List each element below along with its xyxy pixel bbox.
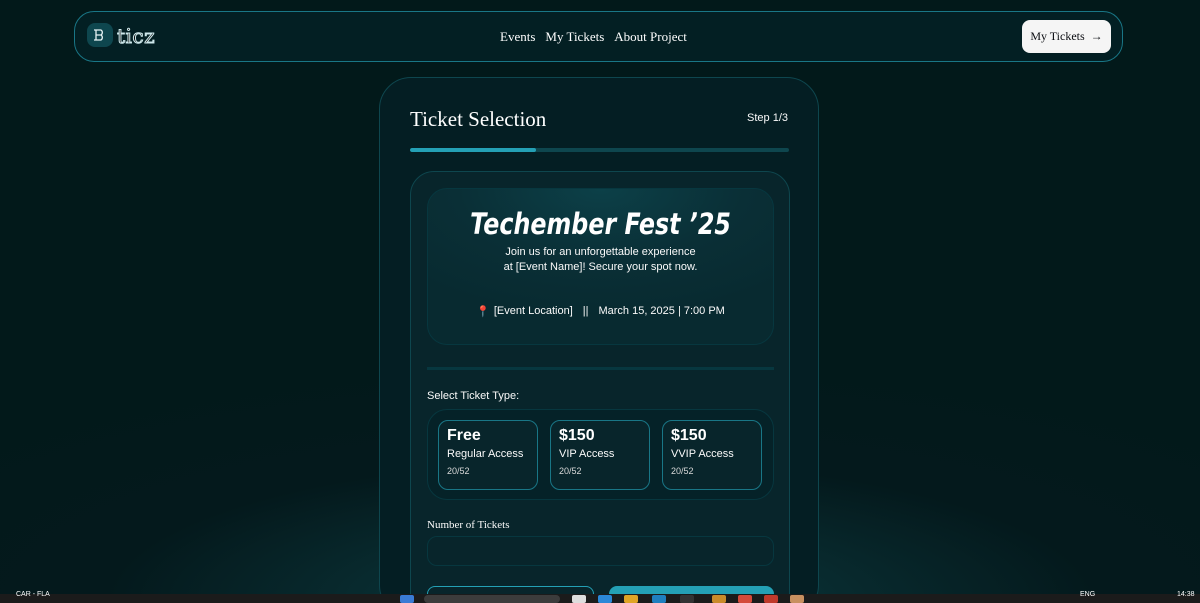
- nav-link-my-tickets[interactable]: My Tickets: [545, 29, 604, 45]
- section-divider: [427, 367, 774, 370]
- ticket-option-vip[interactable]: $150 VIP Access 20/52: [550, 420, 650, 490]
- logo-icon[interactable]: [87, 23, 113, 47]
- number-of-tickets-select[interactable]: [427, 536, 774, 566]
- ticket-selection-card: Ticket Selection Step 1/3 Techember Fest…: [379, 77, 819, 603]
- top-navbar: ticz Events My Tickets About Project My …: [74, 11, 1123, 62]
- ticket-type-group: Free Regular Access 20/52 $150 VIP Acces…: [427, 409, 774, 500]
- event-description: Join us for an unforgettable experience …: [503, 246, 698, 273]
- ticket-type-label: Select Ticket Type:: [427, 390, 520, 402]
- app-icon[interactable]: [712, 595, 726, 603]
- language-indicator[interactable]: ENG: [1080, 591, 1095, 598]
- ticket-access: VIP Access: [559, 448, 615, 460]
- logo-text[interactable]: ticz: [116, 24, 155, 49]
- step-progress-bar: [410, 148, 789, 152]
- event-datetime: March 15, 2025 | 7:00 PM: [598, 305, 725, 317]
- ticket-count: 20/52: [559, 466, 582, 476]
- start-icon[interactable]: [400, 595, 414, 603]
- edge-icon[interactable]: [598, 595, 612, 603]
- event-location: [Event Location]: [493, 305, 573, 317]
- nav-links: Events My Tickets About Project: [500, 29, 687, 45]
- arrow-right-icon: →: [1090, 29, 1103, 43]
- app-icon[interactable]: [680, 595, 694, 603]
- ticket-count: 20/52: [671, 466, 694, 476]
- ticket-access: VVIP Access: [671, 448, 734, 460]
- ticket-access: Regular Access: [447, 448, 524, 460]
- ticket-option-vvip[interactable]: $150 VVIP Access 20/52: [662, 420, 762, 490]
- event-banner: Techember Fest ’25 Join us for an unforg…: [427, 188, 774, 345]
- ticket-price: $150: [671, 427, 707, 444]
- ticket-price: $150: [559, 427, 595, 444]
- my-tickets-button[interactable]: My Tickets →: [1022, 20, 1111, 53]
- event-meta: 📍 [Event Location] || March 15, 2025 | 7…: [428, 305, 773, 318]
- os-taskbar: CAR - FLA ENG 14:38: [0, 591, 1200, 603]
- ticket-option-regular[interactable]: Free Regular Access 20/52: [438, 420, 538, 490]
- app-icon[interactable]: [790, 595, 804, 603]
- my-tickets-button-label: My Tickets: [1030, 29, 1085, 43]
- app-icon[interactable]: [764, 595, 778, 603]
- number-of-tickets-label: Number of Tickets: [427, 519, 510, 531]
- app-icon[interactable]: [738, 595, 752, 603]
- task-view-icon[interactable]: [572, 595, 586, 603]
- location-pin-icon: 📍: [476, 306, 490, 318]
- store-icon[interactable]: [652, 595, 666, 603]
- search-bar[interactable]: [424, 595, 560, 603]
- weather-widget[interactable]: CAR - FLA: [16, 591, 50, 598]
- event-title: Techember Fest ’25: [470, 207, 731, 241]
- step-progress-fill: [410, 148, 537, 152]
- meta-separator: ||: [582, 305, 589, 317]
- nav-link-about-project[interactable]: About Project: [614, 29, 687, 45]
- ticket-count: 20/52: [447, 466, 470, 476]
- step-indicator: Step 1/3: [747, 112, 788, 124]
- card-title: Ticket Selection: [410, 107, 547, 131]
- ticket-price: Free: [447, 427, 481, 444]
- folder-icon[interactable]: [624, 595, 638, 603]
- ticket-form-panel: Techember Fest ’25 Join us for an unforg…: [410, 171, 790, 603]
- clock[interactable]: 14:38: [1177, 591, 1195, 598]
- nav-link-events[interactable]: Events: [500, 29, 535, 45]
